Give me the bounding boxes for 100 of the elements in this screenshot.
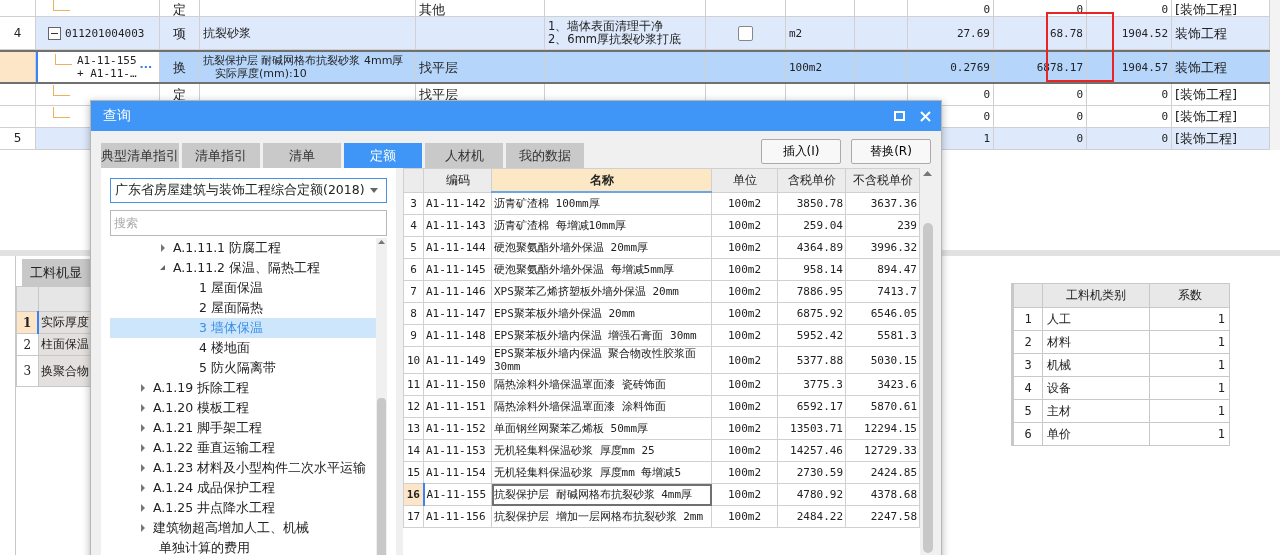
code-cell: A1-11-144 (423, 236, 492, 259)
expand-icon[interactable] (158, 243, 167, 253)
column-header[interactable]: 含税单价 (777, 168, 846, 192)
library-dropdown[interactable]: 广东省房屋建筑与装饰工程综合定额(2018) (110, 178, 387, 203)
expand-icon[interactable] (138, 423, 147, 433)
name-cell: 无机轻集料保温砂浆 厚度mm 每增减5 (491, 461, 712, 484)
name-text: 抗裂保护层 耐碱网格布抗裂砂浆 4mm厚 (203, 54, 404, 67)
expand-icon[interactable] (138, 503, 147, 513)
code-cell: A1-11-151 (423, 395, 492, 418)
search-field[interactable]: 搜索 (110, 210, 387, 236)
checkbox[interactable] (738, 25, 753, 41)
price-cell: 12729.33 (845, 439, 920, 462)
tree-item[interactable]: A.1.21 脚手架工程 (110, 418, 376, 438)
column-header[interactable]: 不含税单价 (845, 168, 920, 192)
row-number[interactable]: 17 (403, 505, 424, 528)
row-number[interactable]: 11 (403, 373, 424, 396)
price-cell: 5581.3 (845, 324, 920, 347)
name-cell: 隔热涂料外墙保温罩面漆 瓷砖饰面 (491, 373, 712, 396)
table-cell: 找平层 (419, 60, 458, 74)
tree-item[interactable]: A.1.11.2 保温、隔热工程 (110, 258, 376, 278)
name-cell: 沥青矿渣棉 每增减10mm厚 (491, 214, 712, 237)
tree-item[interactable]: 建筑物超高增加人工、机械 (110, 518, 376, 538)
category-cell: [装饰工程] (1175, 88, 1238, 101)
panel-tab[interactable]: 工料机显 (22, 259, 92, 286)
unit-cell: 100m2 (711, 439, 778, 462)
tree-item[interactable]: A.1.20 模板工程 (110, 398, 376, 418)
row-number[interactable]: 12 (403, 395, 424, 418)
tree-item[interactable]: 2 屋面隔热 (110, 298, 376, 318)
expand-icon[interactable] (138, 403, 147, 413)
scroll-up-icon[interactable] (920, 168, 935, 178)
price-cell: 259.04 (777, 214, 846, 237)
price-cell: 4378.68 (845, 483, 920, 506)
expand-icon[interactable] (138, 483, 147, 493)
column-header[interactable]: 单位 (711, 168, 778, 192)
tree-item[interactable]: A.1.23 材料及小型构件二次水平运输 (110, 458, 376, 478)
column-header[interactable]: 名称 (491, 168, 712, 192)
scroll-up-icon[interactable] (376, 238, 387, 245)
total-cell: 0 (1161, 3, 1168, 16)
row-number[interactable]: 3 (403, 192, 424, 215)
quantity-cell: 0.2769 (950, 60, 990, 74)
more-button[interactable]: ··· (139, 60, 153, 74)
row-number[interactable]: 6 (403, 258, 424, 281)
row-number[interactable]: 14 (403, 439, 424, 462)
row-number[interactable]: 15 (403, 461, 424, 484)
code-text: A1-11-155 (77, 54, 137, 67)
code-text: + A1-11-… (77, 67, 137, 80)
tree-line (55, 53, 72, 65)
row-number[interactable]: 2 (16, 333, 39, 356)
quantity-cell: 0 (983, 110, 990, 123)
row-number[interactable]: 4 (403, 214, 424, 237)
row-number[interactable]: 13 (403, 417, 424, 440)
tree-item[interactable]: 4 楼地面 (110, 338, 376, 358)
tab[interactable]: 清单 (263, 143, 341, 168)
code-cell: A1-11-143 (423, 214, 492, 237)
tree-item[interactable]: A.1.11.1 防腐工程 (110, 238, 376, 258)
name-cell: 无机轻集料保温砂浆 厚度mm 25 (491, 439, 712, 462)
row-number: 1 (1012, 307, 1043, 331)
tab[interactable]: 人材机 (425, 143, 503, 168)
row-number[interactable]: 8 (403, 302, 424, 325)
tab[interactable]: 我的数据 (506, 143, 584, 168)
close-icon[interactable] (920, 110, 931, 122)
tab[interactable]: 清单指引 (182, 143, 260, 168)
row-number[interactable]: 1 (16, 311, 39, 334)
row-number[interactable]: 7 (403, 280, 424, 303)
row-number[interactable]: 3 (16, 355, 39, 387)
price-cell: 239 (845, 214, 920, 237)
expand-icon[interactable] (138, 443, 147, 453)
tree-item[interactable]: A.1.25 井点降水工程 (110, 498, 376, 518)
tree-line (53, 85, 70, 96)
name-cell: 抗裂砂浆 (203, 26, 251, 40)
tree-item[interactable]: 1 屋面保温 (110, 278, 376, 298)
expand-icon[interactable] (138, 463, 147, 473)
row-number[interactable]: 16 (403, 483, 424, 506)
collapse-icon[interactable] (158, 263, 167, 273)
table-cell: 1 (1149, 330, 1230, 354)
row-number: 5 (13, 132, 22, 145)
expand-icon[interactable] (138, 383, 147, 393)
tree-label: A.1.21 脚手架工程 (153, 419, 263, 437)
tab[interactable]: 典型清单指引 (101, 143, 179, 168)
tree-item[interactable]: 单独计算的费用 (110, 538, 376, 555)
tree-item[interactable]: A.1.22 垂直运输工程 (110, 438, 376, 458)
action-button[interactable]: 插入(I) (761, 139, 841, 164)
scrollbar[interactable] (376, 238, 387, 555)
category-cell: [装饰工程] (1175, 132, 1238, 145)
maximize-icon[interactable] (894, 111, 905, 121)
row-number[interactable]: 9 (403, 324, 424, 347)
column-header[interactable]: 编码 (423, 168, 492, 192)
tree-item[interactable]: A.1.19 拆除工程 (110, 378, 376, 398)
expand-icon[interactable] (138, 523, 147, 533)
table-cell: 设备 (1042, 376, 1150, 400)
scrollbar[interactable] (920, 168, 935, 555)
total-cell: 0 (1161, 132, 1168, 145)
action-button[interactable]: 替换(R) (851, 139, 931, 164)
row-number[interactable]: 10 (403, 346, 424, 374)
row-number[interactable]: 5 (403, 236, 424, 259)
tree-label: A.1.19 拆除工程 (153, 379, 250, 397)
price-cell: 2484.22 (777, 505, 846, 528)
collapse-icon[interactable] (48, 26, 61, 40)
tree-item[interactable]: 5 防火隔离带 (110, 358, 376, 378)
tree-item[interactable]: A.1.24 成品保护工程 (110, 478, 376, 498)
